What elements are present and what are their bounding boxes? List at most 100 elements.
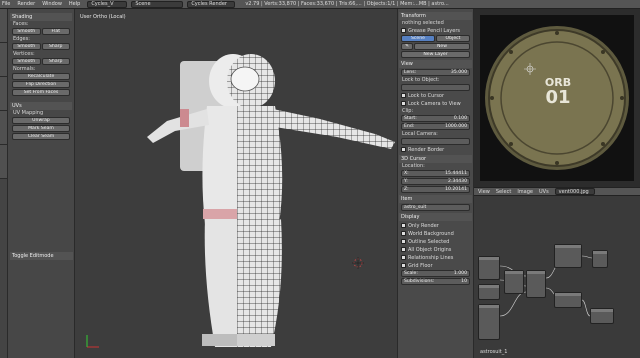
menu-window[interactable]: Window — [42, 1, 62, 7]
image-menu-uvs[interactable]: UVs — [539, 189, 549, 195]
shading-panel-header[interactable]: Shading — [10, 13, 72, 21]
image-menu-image[interactable]: Image — [517, 189, 533, 195]
new-grease-button[interactable]: New — [414, 43, 470, 50]
node-image-texture-2[interactable] — [478, 284, 500, 300]
clip-start-field[interactable]: Start: 0.100 — [401, 115, 470, 122]
recalculate-button[interactable]: Recalculate — [12, 73, 70, 80]
render-engine-selector[interactable]: Cycles Render — [187, 0, 236, 8]
end-value: 1000.000 — [445, 124, 467, 129]
node-mix-shader[interactable] — [554, 244, 582, 268]
tab-tools[interactable] — [0, 9, 7, 43]
transform-header[interactable]: Transform — [399, 12, 472, 20]
orb-label-line2: 01 — [545, 87, 571, 108]
image-editor-header: View Select Image UVs vent000.jpg — [474, 187, 640, 196]
node-material-output[interactable] — [592, 250, 608, 268]
image-menu-select[interactable]: Select — [496, 189, 511, 195]
clip-end-field[interactable]: End: 1000.000 — [401, 123, 470, 130]
lock-to-cursor-checkbox[interactable] — [401, 93, 406, 98]
view-header[interactable]: View — [399, 60, 472, 68]
grid-subdivisions-field[interactable]: Subdivisions: 10 — [401, 278, 470, 285]
tool-shelf: Shading Faces: Smooth Flat Edges: Smooth S… — [8, 9, 75, 358]
lock-camera-row[interactable]: Lock Camera to View — [401, 100, 470, 107]
tab-physics[interactable] — [0, 145, 7, 179]
menu-help[interactable]: Help — [69, 1, 80, 7]
grid-floor-row[interactable]: Grid Floor — [401, 262, 470, 269]
grease-pencil-checkbox[interactable] — [401, 28, 406, 33]
pencil-icon[interactable]: ✎ — [401, 43, 413, 50]
3d-cursor-icon[interactable] — [352, 257, 364, 269]
tab-relations[interactable] — [0, 77, 7, 111]
node-bump[interactable] — [590, 308, 614, 324]
vertices-smooth-button[interactable]: Smooth — [12, 58, 41, 65]
grease-pencil-row[interactable]: Grease Pencil Layers — [401, 27, 470, 34]
stats-info: v2.79 | Verts:33,870 | Faces:33,670 | Tr… — [245, 1, 449, 7]
vertices-sharp-button[interactable]: Sharp — [41, 58, 70, 65]
grease-object-button[interactable]: Object — [436, 35, 470, 42]
faces-smooth-button[interactable]: Smooth — [12, 28, 41, 35]
menu-file[interactable]: File — [2, 1, 10, 7]
lock-object-field[interactable] — [401, 84, 470, 91]
edges-label: Edges: — [13, 36, 30, 42]
vertices-label: Vertices: — [13, 51, 35, 57]
uvs-panel-header[interactable]: UVs — [10, 102, 72, 110]
image-name: vent000.jpg — [558, 188, 589, 195]
render-border-row[interactable]: Render Border — [401, 146, 470, 153]
menu-render[interactable]: Render — [17, 1, 35, 7]
render-border-checkbox[interactable] — [401, 147, 406, 152]
display-header[interactable]: Display — [399, 213, 472, 221]
cursor-y-field[interactable]: Y: 2.34430 — [401, 178, 470, 185]
grid-floor-label: Grid Floor — [408, 262, 433, 269]
world-background-checkbox[interactable] — [401, 231, 406, 236]
scene-selector[interactable]: Scene — [131, 0, 184, 8]
relationship-lines-row[interactable]: Relationship Lines — [401, 254, 470, 261]
flip-direction-button[interactable]: Flip Direction — [12, 81, 70, 88]
clear-seam-button[interactable]: Clear Seam — [12, 133, 70, 140]
relationship-lines-checkbox[interactable] — [401, 255, 406, 260]
cursor-z-field[interactable]: Z: 10.20141 — [401, 186, 470, 193]
node-image-texture-3[interactable] — [478, 304, 500, 340]
image-selector[interactable]: vent000.jpg — [554, 188, 595, 195]
world-background-row[interactable]: World Background — [401, 230, 470, 237]
outline-selected-checkbox[interactable] — [401, 239, 406, 244]
lens-field[interactable]: Lens: 35.000 — [401, 69, 470, 76]
outline-selected-row[interactable]: Outline Selected — [401, 238, 470, 245]
lock-to-cursor-row[interactable]: Lock to Cursor — [401, 92, 470, 99]
3d-cursor-header[interactable]: 3D Cursor — [399, 155, 472, 163]
grease-scene-button[interactable]: Scene — [401, 35, 435, 42]
cursor-x-field[interactable]: X: 15.44411 — [401, 170, 470, 177]
helmet-visor — [230, 66, 260, 92]
layout-selector-value: Cycles_V — [91, 1, 114, 7]
tool-tabs-strip — [0, 9, 8, 358]
toggle-editmode-header[interactable]: Toggle Editmode — [10, 252, 73, 260]
image-editor[interactable]: ORB 01 — [474, 9, 640, 187]
tab-create[interactable] — [0, 43, 7, 77]
node-editor[interactable]: astrosuit_1 — [474, 196, 640, 358]
clip-label: Clip: — [402, 108, 414, 114]
faces-flat-button[interactable]: Flat — [41, 28, 70, 35]
mark-seam-button[interactable]: Mark Seam — [12, 125, 70, 132]
only-render-row[interactable]: Only Render — [401, 222, 470, 229]
set-from-faces-button[interactable]: Set From Faces — [12, 89, 70, 96]
all-origins-checkbox[interactable] — [401, 247, 406, 252]
new-layer-button[interactable]: New Layer — [401, 51, 470, 58]
only-render-checkbox[interactable] — [401, 223, 406, 228]
grid-scale-field[interactable]: Scale: 1.000 — [401, 270, 470, 277]
render-engine-value: Cycles Render — [191, 1, 227, 7]
edges-smooth-button[interactable]: Smooth — [12, 43, 41, 50]
edges-sharp-button[interactable]: Sharp — [41, 43, 70, 50]
grid-floor-checkbox[interactable] — [401, 263, 406, 268]
node-image-texture-1[interactable] — [478, 256, 500, 280]
item-header[interactable]: Item — [399, 195, 472, 203]
tab-animation[interactable] — [0, 111, 7, 145]
3d-viewport[interactable]: User Ortho (Local) — [75, 9, 397, 358]
layout-selector[interactable]: Cycles_V — [87, 0, 128, 8]
lock-camera-checkbox[interactable] — [401, 101, 406, 106]
item-name-field[interactable]: astro_suit — [401, 204, 470, 211]
node-normal-map[interactable] — [554, 292, 582, 308]
image-menu-view[interactable]: View — [478, 189, 490, 195]
all-origins-row[interactable]: All Object Origins — [401, 246, 470, 253]
node-mix-1[interactable] — [504, 270, 524, 294]
node-bsdf[interactable] — [526, 270, 546, 298]
local-camera-field[interactable] — [401, 138, 470, 145]
unwrap-dropdown[interactable]: Unwrap — [12, 117, 70, 124]
